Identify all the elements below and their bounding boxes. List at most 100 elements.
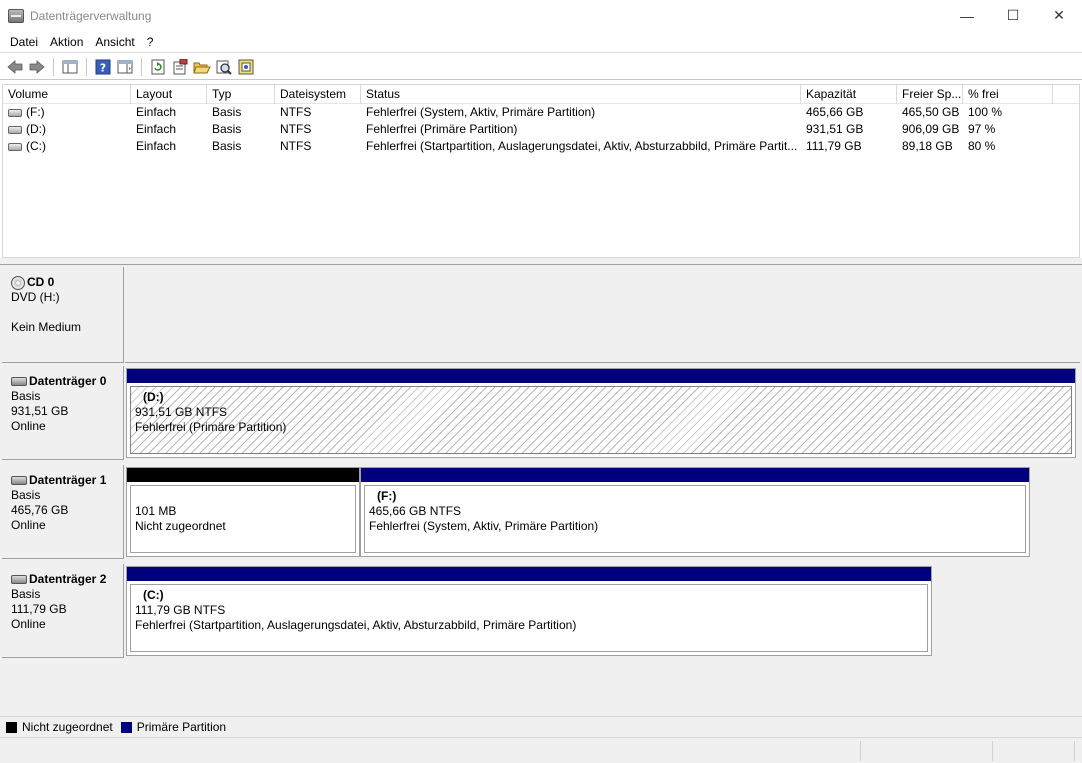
volume-filesystem: NTFS [280,122,312,136]
volume-icon [8,108,22,117]
hard-disk-icon [11,575,27,584]
disk-management-app-icon [8,8,24,23]
volume-filesystem: NTFS [280,105,312,119]
close-button[interactable]: ✕ [1036,0,1082,31]
disk-row-cd0: CD 0 DVD (H:) Kein Medium [0,267,1082,363]
volume-layout: Einfach [136,105,177,119]
disk-size: 465,76 GB [11,503,69,517]
volume-capacity: 111,79 GB [806,139,862,153]
table-row[interactable]: (C:) Einfach Basis NTFS Fehlerfrei (Star… [3,138,1079,155]
toolbar-separator [53,57,54,76]
volume-type: Basis [212,105,242,119]
disk-state: Online [11,518,46,532]
legend-swatch-primary [120,721,132,733]
volume-name: (C:) [26,139,46,153]
disk-name: Datenträger 1 [29,473,107,487]
partition-c[interactable]: (C:) 111,79 GB NTFS Fehlerfrei (Startpar… [126,566,932,656]
volume-type: Basis [212,122,242,136]
disk-size: 111,79 GB [11,602,67,616]
action-pane-icon[interactable] [114,56,136,78]
window-controls: — ☐ ✕ [944,0,1082,31]
column-header-volume[interactable]: Volume [3,85,131,104]
disk-row-0: Datenträger 0 Basis 931,51 GB Online (D:… [0,366,1082,460]
volume-status: Fehlerfrei (System, Aktiv, Primäre Parti… [366,105,596,119]
disk-label-0[interactable]: Datenträger 0 Basis 931,51 GB Online [2,366,124,460]
menu-aktion[interactable]: Aktion [44,35,89,49]
volume-layout: Einfach [136,122,177,136]
menu-ansicht[interactable]: Ansicht [89,35,140,49]
status-bar-segment [1074,741,1075,761]
partition-bar-unallocated [127,468,359,482]
volume-free-space: 89,18 GB [902,139,953,153]
refresh-icon[interactable] [147,56,169,78]
disk-label-2[interactable]: Datenträger 2 Basis 111,79 GB Online [2,564,124,658]
partition-d[interactable]: (D:) 931,51 GB NTFS Fehlerfrei (Primäre … [126,368,1076,458]
legend-swatch-unallocated [6,721,17,733]
column-header-layout[interactable]: Layout [131,85,207,104]
window-title: Datenträgerverwaltung [30,8,152,23]
cd0-empty-area [125,267,1080,363]
volume-layout: Einfach [136,139,177,153]
volume-type: Basis [212,139,242,153]
menu-help[interactable]: ? [141,35,160,49]
column-header-kapazitaet[interactable]: Kapazität [801,85,897,104]
column-header-dateisystem[interactable]: Dateisystem [275,85,361,104]
disk-name: CD 0 [27,275,55,289]
back-arrow-icon[interactable] [4,56,26,78]
disk-name: Datenträger 0 [29,374,107,388]
toolbar-separator [86,57,87,76]
rescan-icon[interactable] [213,56,235,78]
status-bar-segment [860,741,861,761]
toolbar-separator [141,57,142,76]
volume-name: (D:) [26,122,46,136]
maximize-button[interactable]: ☐ [990,0,1036,31]
properties-icon[interactable] [169,56,191,78]
partition-size: 465,66 GB NTFS [369,504,462,518]
partition-unallocated[interactable]: 101 MB Nicht zugeordnet [126,467,360,557]
partition-f[interactable]: (F:) 465,66 GB NTFS Fehlerfrei (System, … [360,467,1030,557]
forward-arrow-icon[interactable] [26,56,48,78]
partition-legend: Nicht zugeordnet Primäre Partition [0,716,1082,737]
disk-type: Basis [11,587,41,601]
status-bar [0,737,1082,763]
volume-list-header: Volume Layout Typ Dateisystem Status Kap… [3,85,1079,104]
disk-settings-icon[interactable] [235,56,257,78]
column-header-prozent-frei[interactable]: % frei [963,85,1053,104]
legend-primary: Primäre Partition [120,720,227,734]
volume-free-space: 906,09 GB [902,122,960,136]
help-icon[interactable]: ? [92,56,114,78]
volume-icon [8,142,22,151]
table-row[interactable]: (D:) Einfach Basis NTFS Fehlerfrei (Prim… [3,121,1079,138]
disk-type: Basis [11,389,41,403]
menu-datei[interactable]: Datei [4,35,44,49]
menu-bar: Datei Aktion Ansicht ? [0,31,1082,53]
volume-icon [8,125,22,134]
disk-media-state: Kein Medium [11,320,82,334]
partition-bar-primary [127,369,1075,383]
disk-graphical-view: CD 0 DVD (H:) Kein Medium Datenträger 0 … [0,264,1082,716]
volume-list: Volume Layout Typ Dateisystem Status Kap… [2,84,1080,258]
hard-disk-icon [11,476,27,485]
minimize-button[interactable]: — [944,0,990,31]
partition-bar-primary [127,567,931,581]
volume-free-space: 465,50 GB [902,105,960,119]
cd-drive-icon [11,275,25,290]
volume-filesystem: NTFS [280,139,312,153]
column-header-typ[interactable]: Typ [207,85,275,104]
table-row[interactable]: (F:) Einfach Basis NTFS Fehlerfrei (Syst… [3,104,1079,121]
disk-name: Datenträger 2 [29,572,107,586]
open-folder-icon[interactable] [191,56,213,78]
console-tree-icon[interactable] [59,56,81,78]
partition-name: (F:) [377,489,397,503]
partition-name: (D:) [143,390,164,404]
disk-label-cd0[interactable]: CD 0 DVD (H:) Kein Medium [2,267,124,363]
volume-percent-free: 100 % [968,105,1003,119]
legend-label: Primäre Partition [136,720,227,734]
disk-label-1[interactable]: Datenträger 1 Basis 465,76 GB Online [2,465,124,559]
column-header-freier-speicher[interactable]: Freier Sp... [897,85,963,104]
hard-disk-icon [11,377,27,386]
column-header-status[interactable]: Status [361,85,801,104]
disk-drive-letter: DVD (H:) [11,290,60,304]
status-bar-segment [992,741,993,761]
svg-text:?: ? [100,61,106,74]
